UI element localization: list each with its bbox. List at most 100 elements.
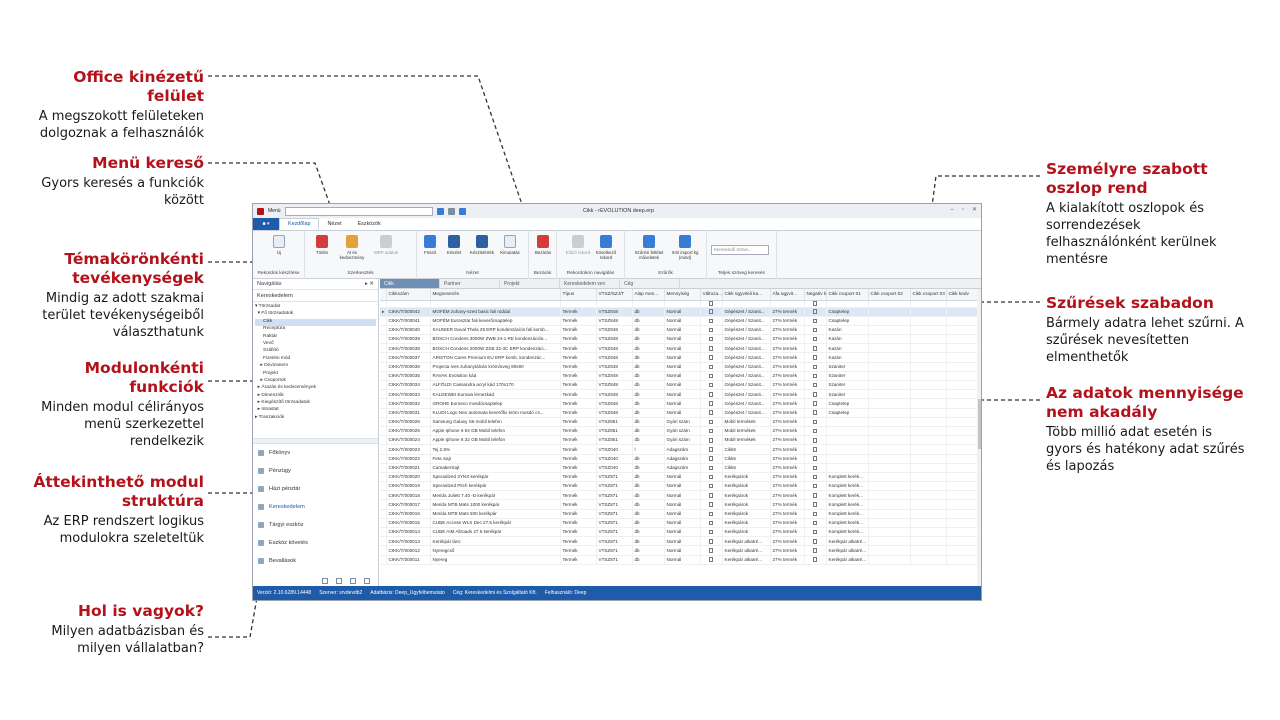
row-checkbox[interactable] xyxy=(812,373,818,379)
refresh-icon[interactable] xyxy=(436,207,444,215)
row-checkbox[interactable] xyxy=(708,474,714,480)
table-row[interactable]: CIKK/T/000032 GROHE Euroeco mosdócsaptele… xyxy=(380,398,978,409)
document-tab[interactable]: Partner xyxy=(440,279,500,288)
filter-cell[interactable] xyxy=(868,300,911,308)
row-checkbox[interactable] xyxy=(812,438,818,443)
filter-operations-button[interactable]: Szűrési feltétel műveletek xyxy=(633,235,665,260)
row-checkbox[interactable] xyxy=(812,392,818,397)
table-row[interactable]: CIKK/T/000012 Nyeregcső Termék VTSZ871 db Nor… xyxy=(380,545,978,556)
row-checkbox[interactable] xyxy=(708,392,714,397)
tree-node[interactable]: Receptúra xyxy=(255,326,376,333)
download-icon[interactable] xyxy=(458,207,466,215)
row-checkbox[interactable] xyxy=(708,493,714,498)
window-controls[interactable]: – ▫ ✕ xyxy=(950,207,977,214)
filter-cell[interactable] xyxy=(804,300,827,308)
row-checkbox[interactable] xyxy=(812,557,818,562)
tree-node[interactable]: Szállító xyxy=(255,348,376,355)
row-checkbox[interactable] xyxy=(708,465,714,471)
filter-row[interactable] xyxy=(380,300,978,308)
column-header[interactable]: Cikkszám xyxy=(386,289,431,301)
column-header[interactable]: VTSZ/SZJ/T xyxy=(596,289,633,301)
row-checkbox[interactable] xyxy=(812,548,818,553)
table-row[interactable]: CIKK/T/000016 Merida MTB Mats 500 kerékpá… xyxy=(380,509,978,519)
new-button[interactable]: Új xyxy=(266,235,292,255)
table-row[interactable]: ▸ CIKK/T/000042 MOFÉM zuhany-szett basic f… xyxy=(380,307,978,317)
table-row[interactable]: CIKK/T/000035 RAVAK Evolution kád Termék VT… xyxy=(380,371,978,382)
row-checkbox[interactable] xyxy=(708,419,714,425)
filter-cell[interactable] xyxy=(430,300,561,308)
row-checkbox[interactable] xyxy=(708,336,714,342)
stock-button[interactable]: Készlet xyxy=(441,235,467,255)
filter-cell[interactable] xyxy=(560,300,597,308)
row-checkbox[interactable] xyxy=(812,493,818,498)
row-checkbox[interactable] xyxy=(708,502,714,507)
column-header[interactable]: Cikk csoport 01 xyxy=(826,289,869,301)
tab-kezdolap[interactable]: Kezdőlap xyxy=(279,218,320,230)
row-checkbox[interactable] xyxy=(708,346,714,351)
previous-record-button[interactable]: Előző rekord xyxy=(565,235,591,255)
filter-cell[interactable] xyxy=(700,300,723,308)
table-row[interactable]: CIKK/T/000038 BOSCH Condens 2000W ZSB 22-… xyxy=(380,343,978,354)
row-checkbox[interactable] xyxy=(812,327,818,333)
vertical-scrollbar[interactable] xyxy=(977,289,981,587)
row-checkbox[interactable] xyxy=(708,511,714,516)
table-row[interactable]: CIKK/T/000037 ARISTON Cares Premium EU ER… xyxy=(380,352,978,363)
column-header[interactable]: Cikk kedv xyxy=(946,289,978,301)
close-icon[interactable]: ✕ xyxy=(972,207,977,214)
table-row[interactable]: CIKK/T/000019 Specialized Pitch kerékpár T… xyxy=(380,481,978,492)
row-checkbox[interactable] xyxy=(812,511,818,516)
row-checkbox[interactable] xyxy=(812,318,818,324)
table-row[interactable]: CIKK/T/000034 ALFÖLDI Cassandra acryl kád… xyxy=(380,380,978,391)
filter-cell[interactable] xyxy=(910,300,947,308)
table-row[interactable]: CIKK/T/000039 BOSCH Condens 3000W ZWB 24-… xyxy=(380,334,978,345)
pin-icon[interactable]: ▸ ✕ xyxy=(365,281,374,287)
nav-icon[interactable] xyxy=(336,578,342,584)
column-header[interactable]: Cikk ügyviteli ka... xyxy=(722,289,771,301)
row-checkbox[interactable] xyxy=(812,336,818,342)
row-checkbox[interactable] xyxy=(708,539,714,544)
row-checkbox[interactable] xyxy=(812,410,818,415)
row-checkbox[interactable] xyxy=(708,557,714,562)
module-item[interactable]: Tárgyi eszköz xyxy=(253,516,378,534)
tree-node[interactable]: ▸ Devizanem xyxy=(255,363,376,370)
tree-node[interactable]: ▸ Dimenziók xyxy=(255,393,376,400)
row-checkbox[interactable] xyxy=(708,438,714,443)
row-checkbox[interactable] xyxy=(708,410,714,415)
row-checkbox[interactable] xyxy=(812,428,818,434)
table-row[interactable]: CIKK/T/000021 CamaberSajt Termék VTSZ040 db A… xyxy=(380,463,978,473)
filter-cell[interactable] xyxy=(596,300,633,308)
file-menu-button[interactable]: ■ ▾ xyxy=(253,218,279,230)
table-row[interactable]: CIKK/T/000015 CUBE Access WLS Dec 27.5 ke… xyxy=(380,518,978,529)
table-row[interactable]: CIKK/T/000033 KALDEWEI Eurowa lemezkád Ter… xyxy=(380,389,978,400)
nav-icon[interactable] xyxy=(364,578,370,584)
module-item[interactable]: Házi pénztár xyxy=(253,480,378,498)
tree-node[interactable]: ▾ Fő törzsadatok xyxy=(255,311,376,318)
filter-cell[interactable] xyxy=(826,300,869,308)
filter-cell[interactable] xyxy=(770,300,805,308)
tab-nezet[interactable]: Nézet xyxy=(319,218,349,230)
tree-node[interactable]: ▸ Intrastat xyxy=(255,407,376,414)
column-header[interactable]: Negatív k... xyxy=(804,289,827,301)
xml-import-button[interactable]: Xml import kg (mind) xyxy=(669,235,701,260)
table-row[interactable]: CIKK/T/000011 Nyereg Termék VTSZ871 db Normál… xyxy=(380,555,978,565)
tree-node[interactable]: Projekt xyxy=(255,371,376,378)
close-button[interactable]: Bezárás xyxy=(530,235,556,255)
save-icon[interactable] xyxy=(447,207,455,215)
row-checkbox[interactable] xyxy=(708,483,714,489)
stock-value-button[interactable]: Készletérték xyxy=(469,235,495,255)
row-checkbox[interactable] xyxy=(708,520,714,526)
report-button[interactable]: Kimutatás xyxy=(497,235,523,255)
tab-eszkozok[interactable]: Eszközök xyxy=(350,218,389,230)
table-row[interactable]: CIKK/T/000014 CUBE AIM Allroads 27.5 keré… xyxy=(380,527,978,538)
row-checkbox[interactable] xyxy=(708,355,714,360)
table-row[interactable]: CIKK/T/000024 Apple Iphone 6 32 GB Mobil … xyxy=(380,435,978,446)
row-checkbox[interactable] xyxy=(708,327,714,333)
row-checkbox[interactable] xyxy=(812,401,818,406)
row-checkbox[interactable] xyxy=(708,373,714,379)
row-checkbox[interactable] xyxy=(812,419,818,425)
row-checkbox[interactable] xyxy=(812,520,818,526)
row-checkbox[interactable] xyxy=(812,529,818,535)
nav-icon[interactable] xyxy=(350,578,356,584)
row-checkbox[interactable] xyxy=(708,456,714,461)
document-tab[interactable]: Projekt xyxy=(500,279,560,288)
